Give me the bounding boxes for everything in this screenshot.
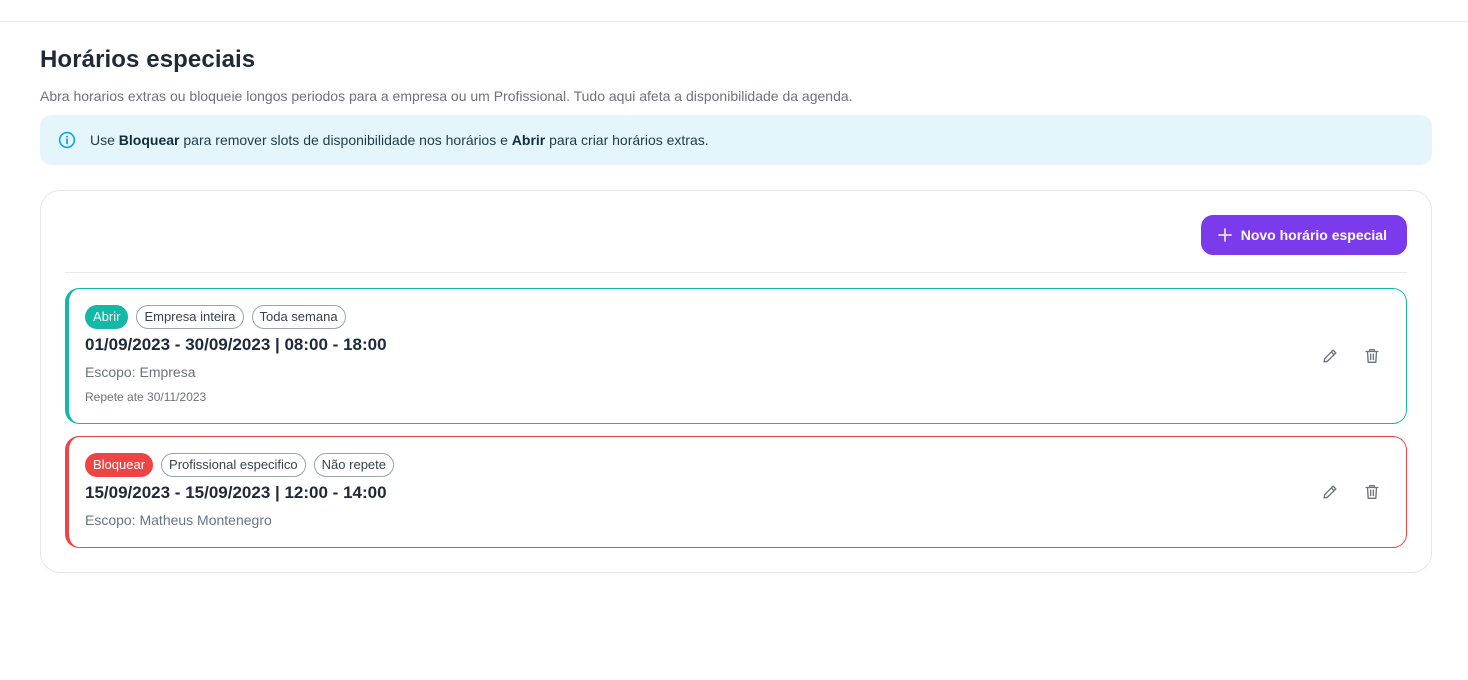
info-text-prefix: Use bbox=[90, 132, 119, 148]
info-text-suffix: para criar horários extras. bbox=[545, 132, 709, 148]
new-button-label: Novo horário especial bbox=[1240, 227, 1387, 243]
info-bold-open: Abrir bbox=[511, 132, 546, 148]
item-scope: Escopo: Matheus Montenegro bbox=[85, 512, 272, 528]
special-hour-item: Bloquear Profissional especifico Não rep… bbox=[65, 436, 1407, 548]
item-title: 15/09/2023 - 15/09/2023 | 12:00 - 14:00 bbox=[85, 483, 387, 502]
new-special-hour-button[interactable]: Novo horário especial bbox=[1200, 215, 1407, 255]
info-icon bbox=[57, 130, 77, 150]
repeat-tag: Não repete bbox=[313, 453, 394, 477]
info-banner: Use Bloquear para remover slots de dispo… bbox=[40, 115, 1432, 165]
edit-icon[interactable] bbox=[1320, 482, 1340, 502]
type-badge-open: Abrir bbox=[85, 305, 129, 329]
item-title: 01/09/2023 - 30/09/2023 | 08:00 - 18:00 bbox=[85, 335, 387, 354]
card-toolbar: Novo horário especial bbox=[65, 215, 1407, 273]
info-text-middle: para remover slots de disponibilidade no… bbox=[179, 132, 512, 148]
special-hours-card: Novo horário especial Abrir Empresa inte… bbox=[40, 190, 1432, 573]
page-title: Horários especiais bbox=[40, 46, 256, 73]
item-actions bbox=[1320, 482, 1382, 502]
plus-icon bbox=[1217, 227, 1233, 243]
repeat-tag: Toda semana bbox=[251, 305, 346, 329]
info-text: Use Bloquear para remover slots de dispo… bbox=[90, 132, 709, 148]
top-divider bbox=[0, 21, 1468, 22]
item-actions bbox=[1320, 346, 1382, 366]
scope-tag: Empresa inteira bbox=[136, 305, 244, 329]
type-badge-block: Bloquear bbox=[85, 453, 154, 477]
trash-icon[interactable] bbox=[1362, 346, 1382, 366]
item-scope: Escopo: Empresa bbox=[85, 364, 196, 380]
scope-tag: Profissional especifico bbox=[161, 453, 306, 477]
item-tags: Bloquear Profissional especifico Não rep… bbox=[85, 453, 394, 477]
trash-icon[interactable] bbox=[1362, 482, 1382, 502]
edit-icon[interactable] bbox=[1320, 346, 1340, 366]
special-hours-page: Horários especiais Abra horarios extras … bbox=[40, 44, 1432, 573]
page-subtitle: Abra horarios extras ou bloqueie longos … bbox=[40, 88, 853, 104]
info-bold-block: Bloquear bbox=[118, 132, 180, 148]
item-repeat: Repete ate 30/11/2023 bbox=[85, 390, 207, 404]
special-hour-item: Abrir Empresa inteira Toda semana 01/09/… bbox=[65, 288, 1407, 424]
item-tags: Abrir Empresa inteira Toda semana bbox=[85, 305, 346, 329]
